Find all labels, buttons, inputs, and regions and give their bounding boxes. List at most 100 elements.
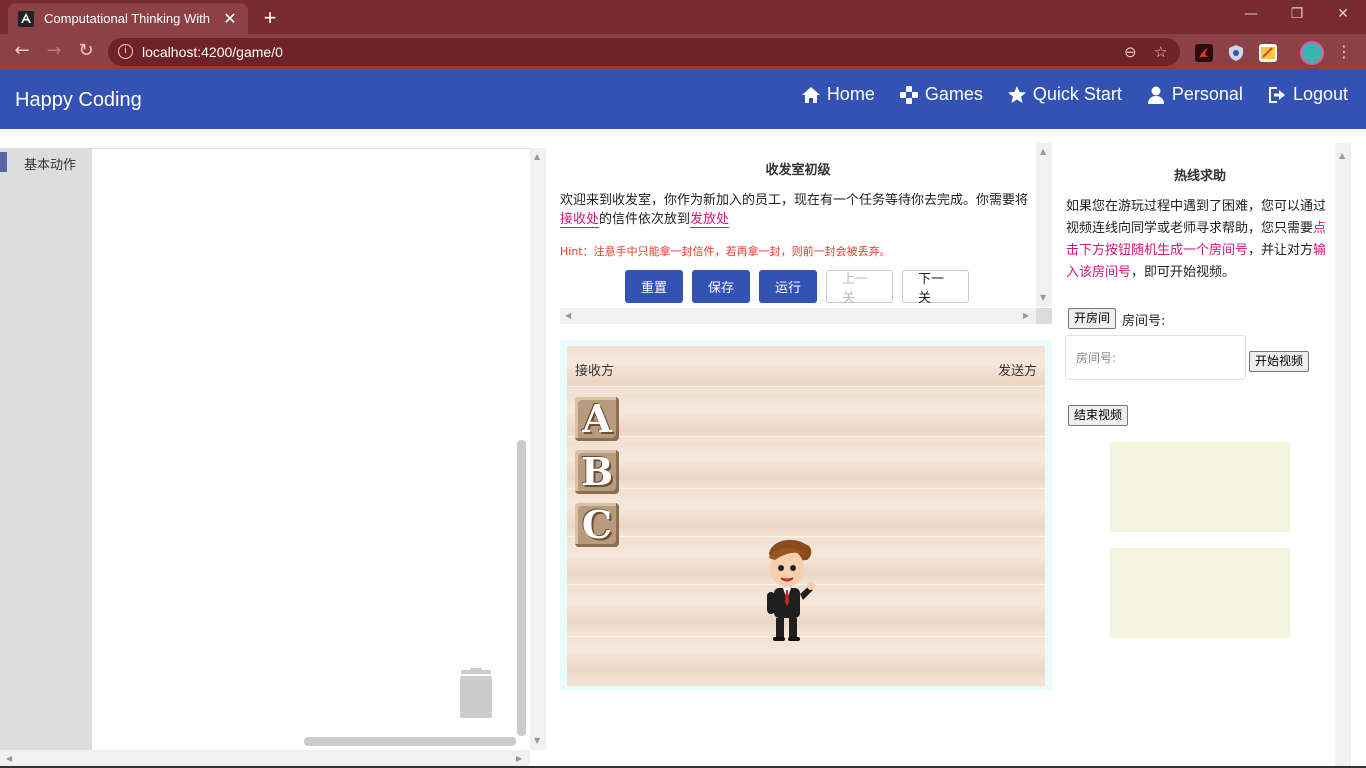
nav-home-label: Home bbox=[826, 84, 875, 104]
block-workspace[interactable] bbox=[92, 148, 530, 750]
notes-extension-icon[interactable] bbox=[1259, 44, 1277, 62]
scrollbar-corner bbox=[1036, 308, 1052, 324]
start-video-button[interactable]: 开始视频 bbox=[1249, 351, 1310, 372]
save-button[interactable]: 保存 bbox=[692, 270, 750, 303]
home-icon bbox=[801, 86, 820, 103]
help-text-1: 如果您在游玩过程中遇到了困难，您可以通过视频连线向同学或老师寻求帮助，您只需要 bbox=[1066, 199, 1327, 236]
receiver-label: 接收方 bbox=[575, 364, 615, 379]
help-description: 如果您在游玩过程中遇到了困难，您可以通过视频连线向同学或老师寻求帮助，您只需要点… bbox=[1066, 196, 1330, 284]
nav-quick-start[interactable]: Quick Start bbox=[1007, 84, 1122, 105]
site-info-icon[interactable]: i bbox=[118, 44, 133, 59]
reload-icon[interactable]: ↻ bbox=[74, 40, 98, 61]
address-bar[interactable]: i localhost:4200/game/0 ⊖ ☆ bbox=[108, 38, 1180, 66]
trash-icon[interactable] bbox=[456, 668, 496, 720]
logout-icon bbox=[1268, 86, 1285, 103]
scroll-down-icon[interactable]: ▼ bbox=[1040, 293, 1046, 302]
pdf-extension-icon[interactable] bbox=[1195, 44, 1213, 62]
game-stage: 接收方 发送方 A B C bbox=[567, 346, 1045, 686]
scroll-right-icon[interactable]: ▶ bbox=[516, 754, 522, 763]
scroll-left-icon[interactable]: ◀ bbox=[565, 311, 571, 320]
nav-logout[interactable]: Logout bbox=[1267, 84, 1348, 105]
nav-games[interactable]: Games bbox=[899, 84, 983, 105]
shield-extension-icon[interactable] bbox=[1227, 44, 1245, 62]
app-brand[interactable]: Happy Coding bbox=[15, 89, 142, 112]
local-video bbox=[1110, 442, 1290, 532]
workspace-vertical-scrollbar[interactable] bbox=[517, 440, 526, 736]
tab-title: Computational Thinking With bbox=[44, 11, 210, 26]
task-vertical-scrollbar[interactable]: ▲ ▼ bbox=[1036, 143, 1052, 307]
nav-quick-start-label: Quick Start bbox=[1032, 84, 1122, 104]
letter-block-b: B bbox=[575, 450, 619, 494]
scroll-down-icon[interactable]: ▼ bbox=[534, 736, 540, 745]
browser-toolbar: ← → ↻ i localhost:4200/game/0 ⊖ ☆ ⋮ bbox=[0, 34, 1366, 70]
help-panel-scrollbar[interactable]: ▲ bbox=[1335, 143, 1351, 768]
new-tab-button[interactable]: + bbox=[258, 5, 282, 31]
level-title: 收发室初级 bbox=[765, 163, 831, 178]
remote-video bbox=[1110, 548, 1290, 638]
workspace-horizontal-scrollbar[interactable] bbox=[304, 737, 516, 746]
star-icon bbox=[1007, 85, 1026, 103]
nav-logout-label: Logout bbox=[1292, 84, 1348, 104]
category-label: 基本动作 bbox=[24, 158, 77, 173]
desc-text-2: 的信件依次放到 bbox=[599, 212, 691, 227]
letter-block-a: A bbox=[575, 397, 619, 441]
level-hint: Hint：注意手中只能拿一封信件，若再拿一封，则前一封会被丢弃。 bbox=[560, 245, 891, 258]
tab-close-icon[interactable]: ✕ bbox=[222, 9, 238, 29]
back-icon[interactable]: ← bbox=[10, 40, 34, 61]
scroll-right-icon[interactable]: ▶ bbox=[1023, 311, 1029, 320]
nav-games-label: Games bbox=[924, 84, 983, 104]
reset-button[interactable]: 重置 bbox=[625, 270, 683, 303]
plank-divider bbox=[567, 488, 1045, 489]
nav-personal-label: Personal bbox=[1171, 84, 1243, 104]
scroll-left-icon[interactable]: ◀ bbox=[6, 754, 12, 763]
help-title: 热线求助 bbox=[1173, 169, 1226, 184]
toolbox-category-basic-actions[interactable]: 基本动作 bbox=[0, 152, 92, 173]
next-level-button[interactable]: 下一关 bbox=[902, 270, 969, 306]
zoom-icon[interactable]: ⊖ bbox=[1124, 43, 1137, 61]
desc-highlight-receive: 接收处 bbox=[560, 212, 600, 228]
scroll-up-icon[interactable]: ▲ bbox=[1040, 147, 1046, 156]
sender-label: 发送方 bbox=[997, 364, 1037, 379]
task-description-panel: 收发室初级 欢迎来到收发室，你作为新加入的员工，现在有一个任务等待你去完成。你需… bbox=[560, 143, 1036, 307]
category-color-bar bbox=[0, 152, 7, 172]
angular-icon bbox=[18, 10, 34, 27]
help-text-3: ，即可开始视频。 bbox=[1131, 265, 1236, 280]
bookmark-star-icon[interactable]: ☆ bbox=[1154, 43, 1167, 61]
nav-personal[interactable]: Personal bbox=[1146, 84, 1243, 105]
desc-highlight-deliver: 发放处 bbox=[690, 212, 730, 228]
main-nav: Home Games Quick Start Personal Logout bbox=[801, 84, 1348, 105]
workspace-outer-scrollbar[interactable]: ▲ ▼ bbox=[530, 148, 546, 750]
desc-text-1: 欢迎来到收发室，你作为新加入的员工，现在有一个任务等待你去完成。你需要将 bbox=[560, 193, 1029, 208]
person-icon bbox=[1147, 86, 1164, 104]
room-number-input[interactable]: 房间号: bbox=[1065, 335, 1246, 380]
task-horizontal-scrollbar[interactable]: ◀ ▶ bbox=[560, 308, 1036, 324]
prev-level-button[interactable]: 上一关 bbox=[826, 270, 893, 306]
restore-icon[interactable]: ❐ bbox=[1274, 6, 1320, 22]
letter-block-c: C bbox=[575, 503, 619, 547]
close-window-icon[interactable]: ✕ bbox=[1320, 6, 1366, 22]
plank-divider bbox=[567, 436, 1045, 437]
browser-menu-icon[interactable]: ⋮ bbox=[1336, 42, 1352, 61]
plank-divider bbox=[567, 386, 1045, 387]
browser-titlebar: Computational Thinking With ✕ + — ❐ ✕ bbox=[0, 0, 1366, 34]
minimize-icon[interactable]: — bbox=[1228, 6, 1274, 22]
scroll-up-icon[interactable]: ▲ bbox=[1339, 151, 1345, 160]
control-buttons: 重置 保存 运行 上一关 下一关 bbox=[625, 270, 969, 306]
employee-character bbox=[767, 539, 815, 641]
app-header: Happy Coding Home Games Quick Start Pers… bbox=[0, 70, 1366, 129]
run-button[interactable]: 运行 bbox=[759, 270, 817, 303]
help-text-2: ，并让对方 bbox=[1248, 243, 1314, 258]
nav-home[interactable]: Home bbox=[801, 84, 875, 105]
forward-icon[interactable]: → bbox=[42, 40, 66, 61]
letter-b-text: B bbox=[580, 449, 614, 494]
profile-avatar[interactable] bbox=[1300, 41, 1324, 65]
end-video-button[interactable]: 结束视频 bbox=[1068, 405, 1129, 426]
block-toolbox: 基本动作 bbox=[0, 148, 92, 750]
room-number-label: 房间号: bbox=[1122, 314, 1166, 329]
open-room-button[interactable]: 开房间 bbox=[1068, 308, 1117, 329]
scroll-up-icon[interactable]: ▲ bbox=[534, 152, 540, 161]
letter-a-text: A bbox=[582, 396, 612, 441]
url-text: localhost:4200/game/0 bbox=[142, 44, 283, 60]
level-description: 欢迎来到收发室，你作为新加入的员工，现在有一个任务等待你去完成。你需要将接收处的… bbox=[560, 191, 1036, 229]
browser-tab[interactable]: Computational Thinking With ✕ bbox=[8, 3, 248, 34]
